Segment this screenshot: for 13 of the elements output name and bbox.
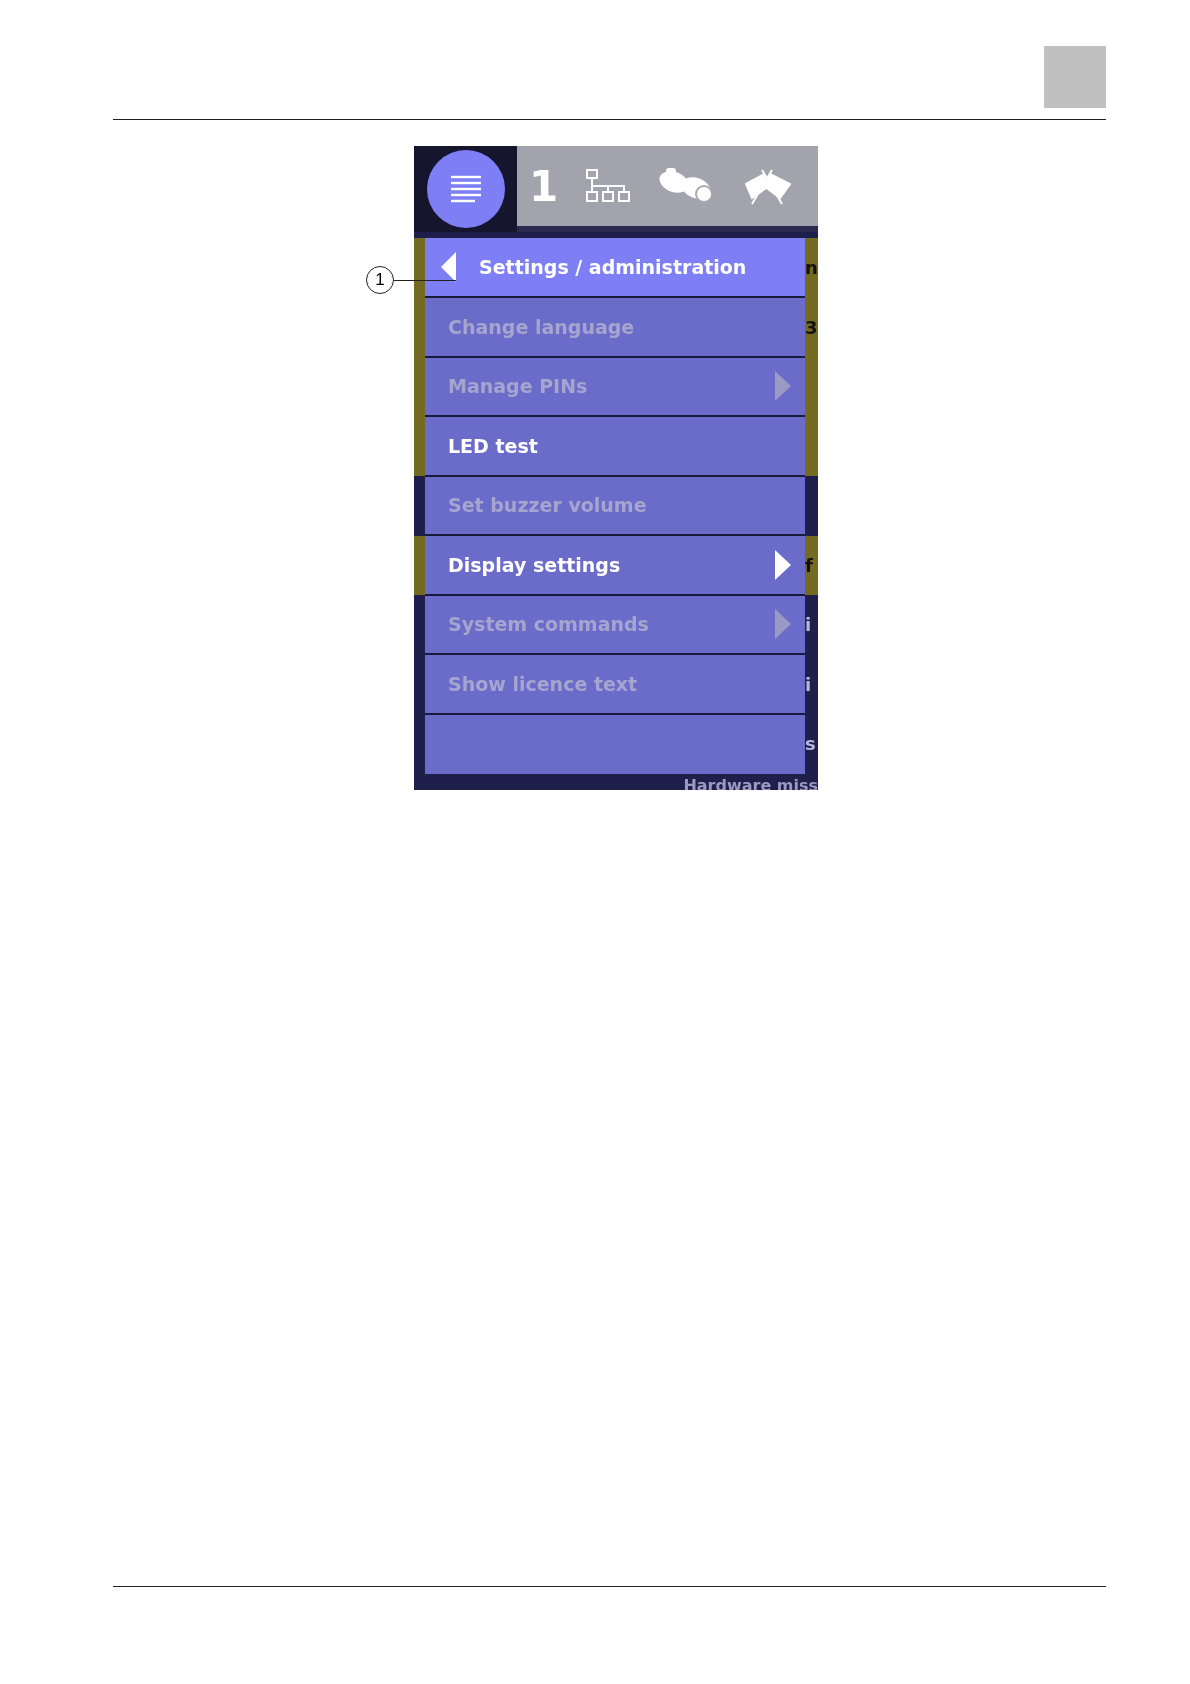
back-button[interactable] [441, 252, 457, 282]
background-text: i [805, 614, 813, 636]
background-text: Hardware miss [683, 775, 818, 790]
background-text: n [805, 257, 818, 279]
zone-count[interactable]: 1 [529, 161, 559, 211]
background-text: s [805, 733, 817, 755]
back-arrow-icon [441, 252, 457, 282]
network-tree-icon[interactable] [584, 168, 633, 204]
background-text: i [805, 673, 813, 695]
menu-icon [448, 174, 483, 204]
menu-title: Settings / administration [479, 256, 747, 278]
background-text: 3 [805, 316, 818, 338]
background-text: f [805, 554, 814, 576]
